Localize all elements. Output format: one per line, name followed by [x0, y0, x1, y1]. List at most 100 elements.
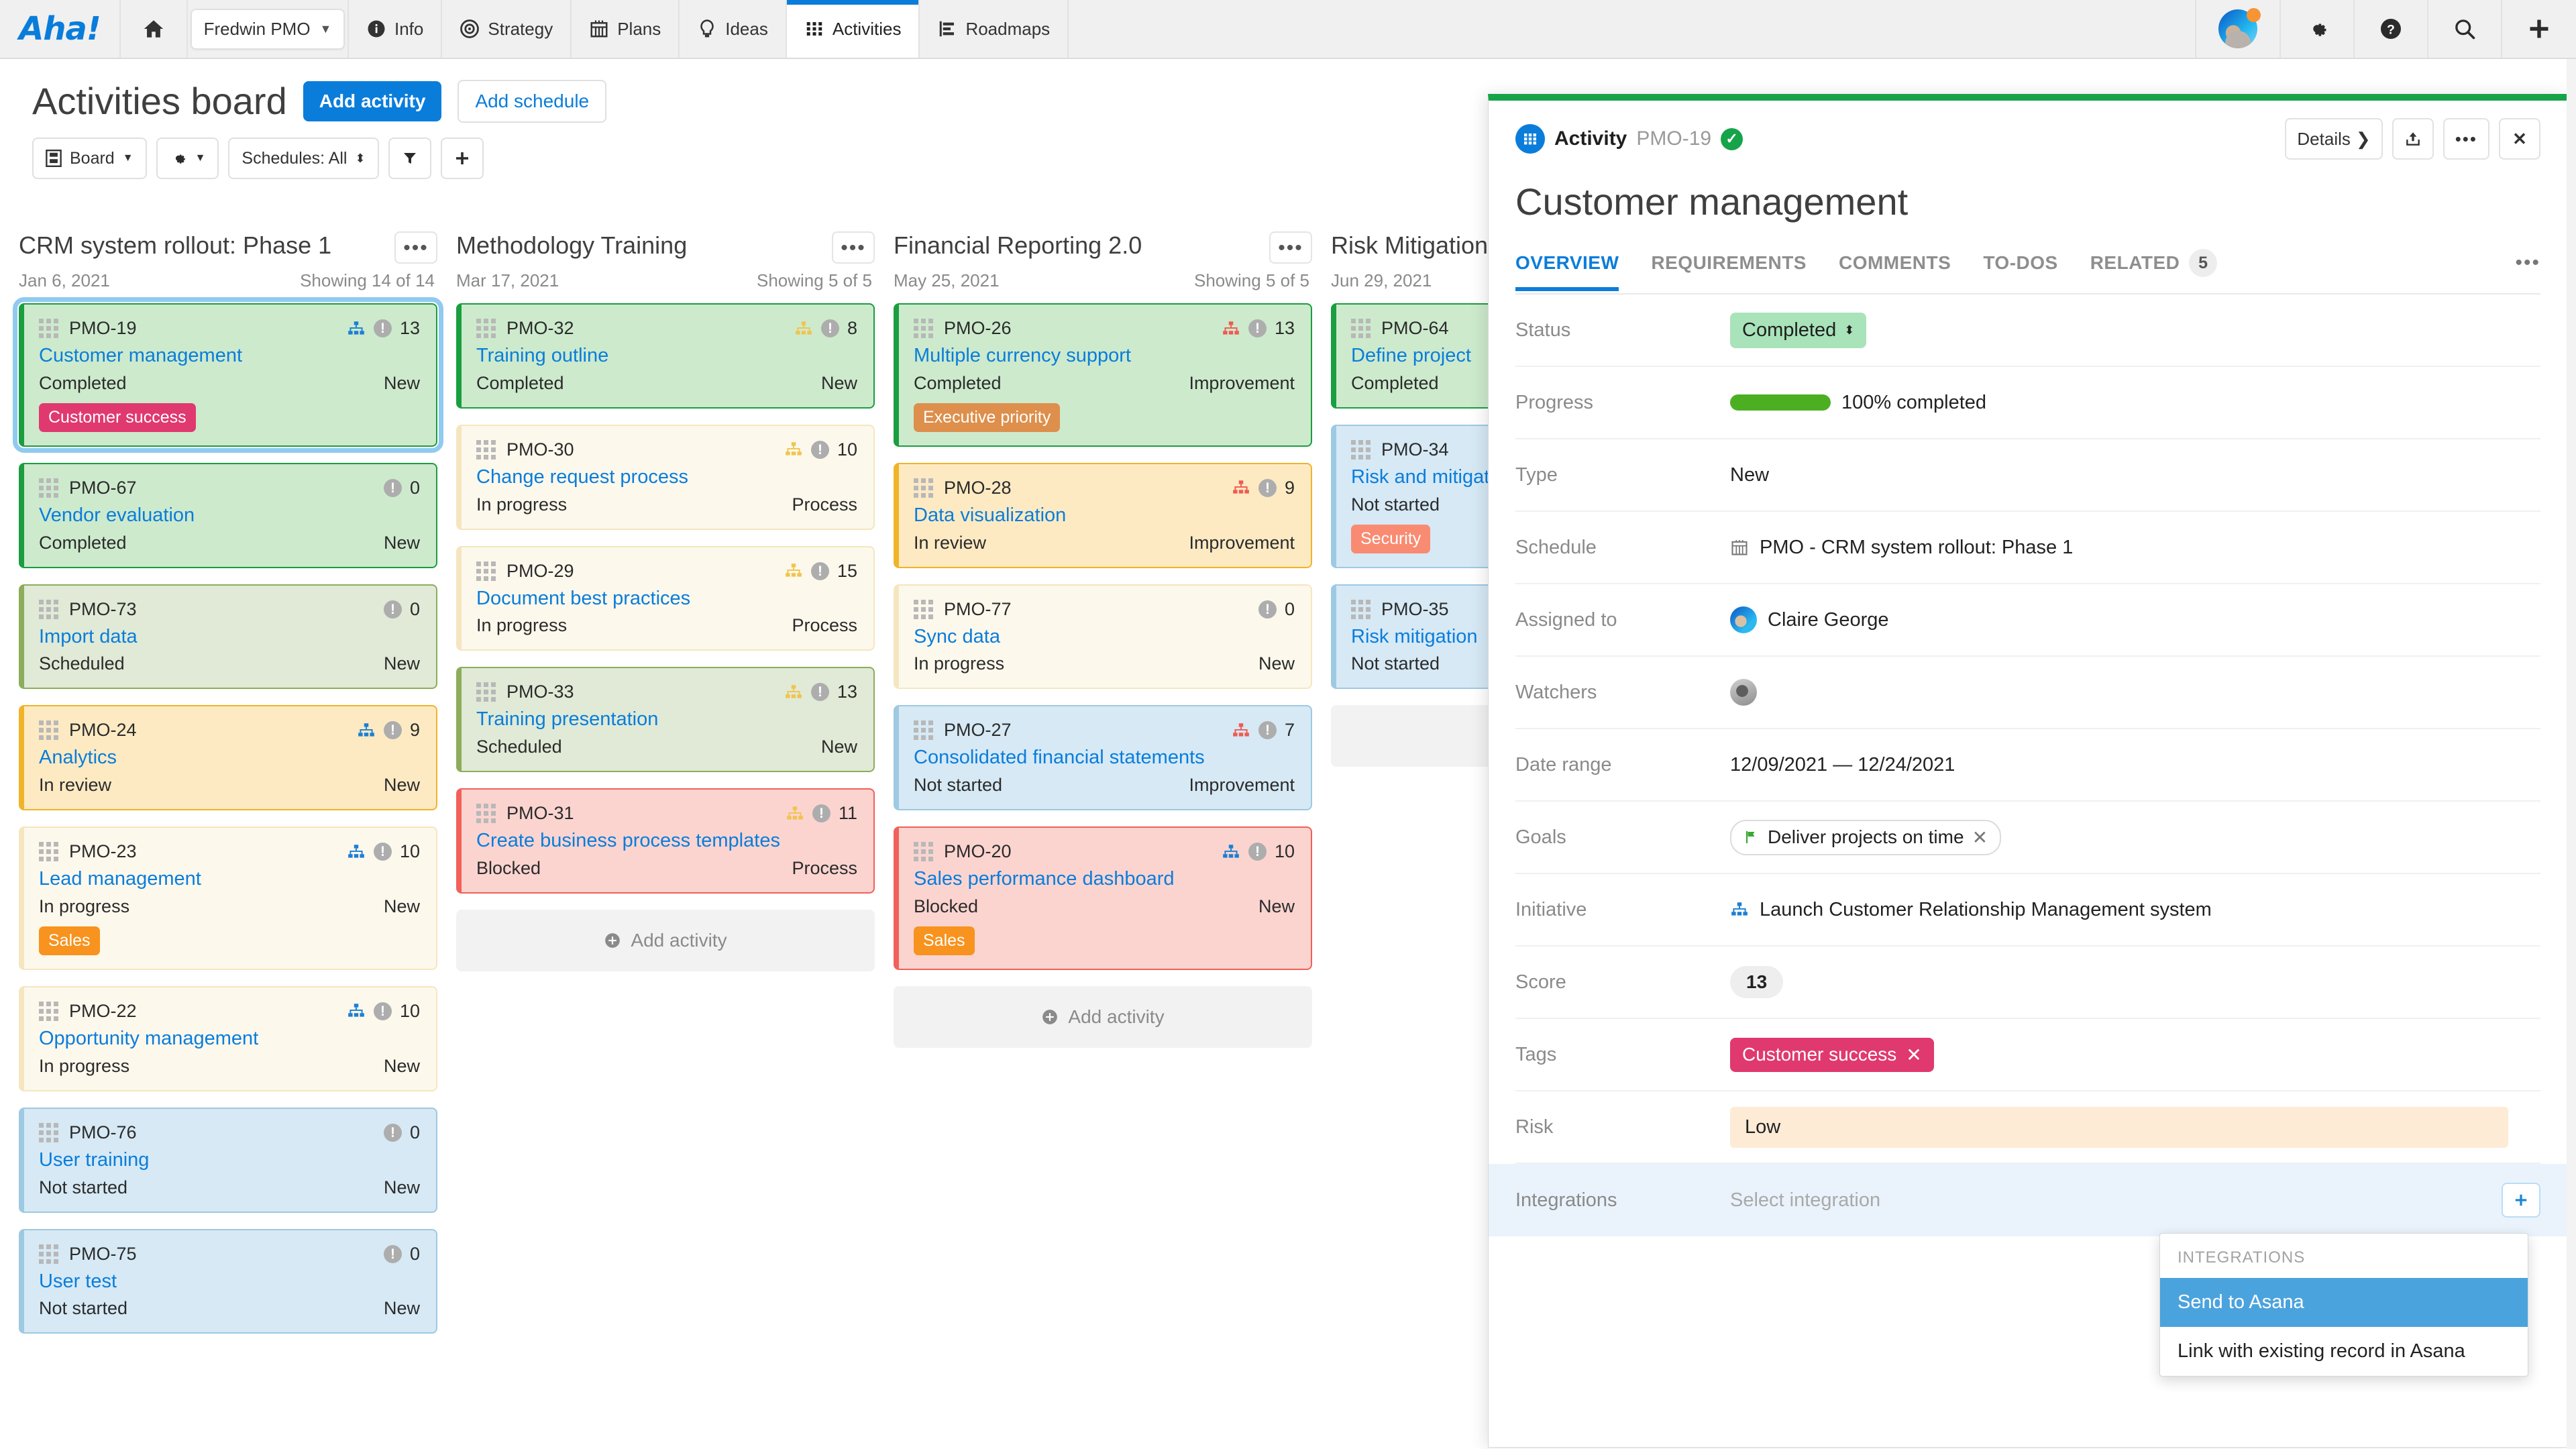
drag-handle-icon[interactable]: [39, 478, 58, 498]
drag-handle-icon[interactable]: [476, 561, 496, 581]
card-tag[interactable]: Customer success: [39, 402, 196, 432]
card-tag[interactable]: Security: [1351, 524, 1431, 553]
card-title[interactable]: Lead management: [39, 867, 420, 891]
drag-handle-icon[interactable]: [476, 804, 496, 824]
card-title[interactable]: Vendor evaluation: [39, 504, 420, 527]
card-title[interactable]: Import data: [39, 625, 420, 649]
activity-card[interactable]: PMO-77! 0 Sync data In progress New: [894, 584, 1312, 690]
drag-handle-icon[interactable]: [39, 842, 58, 862]
remove-tag-icon[interactable]: ✕: [1906, 1044, 1921, 1066]
card-tag[interactable]: Sales: [914, 926, 975, 955]
settings-button[interactable]: [2281, 0, 2355, 58]
drag-handle-icon[interactable]: [914, 478, 933, 498]
add-button[interactable]: [2502, 0, 2576, 58]
column-menu-button[interactable]: •••: [394, 231, 437, 264]
initiative-value[interactable]: Launch Customer Relationship Management …: [1760, 899, 2212, 921]
more-options-button[interactable]: •••: [2443, 118, 2489, 160]
nav-item-ideas[interactable]: Ideas: [680, 0, 787, 58]
card-title[interactable]: Sync data: [914, 625, 1295, 649]
board-settings-button[interactable]: ▼: [156, 138, 219, 179]
share-button[interactable]: [2392, 118, 2434, 160]
help-button[interactable]: ?: [2355, 0, 2428, 58]
tab-to-dos[interactable]: TO-DOS: [1983, 252, 2057, 291]
drag-handle-icon[interactable]: [914, 319, 933, 338]
details-button[interactable]: Details ❯: [2285, 118, 2383, 160]
assignee-name[interactable]: Claire George: [1768, 609, 1889, 631]
activity-card[interactable]: PMO-75! 0 User test Not started New: [19, 1228, 437, 1334]
add-schedule-button[interactable]: Add schedule: [458, 79, 607, 123]
column-menu-button[interactable]: •••: [1269, 231, 1312, 264]
nav-item-info[interactable]: Info: [349, 0, 443, 58]
drag-handle-icon[interactable]: [914, 720, 933, 741]
date-range-value[interactable]: 12/09/2021 — 12/24/2021: [1730, 754, 2540, 776]
column-menu-button[interactable]: •••: [832, 231, 875, 264]
schedules-filter[interactable]: Schedules: All ⬍: [228, 138, 379, 179]
project-selector[interactable]: Fredwin PMO ▼: [188, 0, 349, 58]
drag-handle-icon[interactable]: [39, 319, 58, 338]
drag-handle-icon[interactable]: [1351, 439, 1371, 460]
activity-card[interactable]: PMO-73! 0 Import data Scheduled New: [19, 584, 437, 690]
dropdown-item-link-existing-asana[interactable]: Link with existing record in Asana: [2160, 1327, 2528, 1376]
drag-handle-icon[interactable]: [914, 842, 933, 862]
activity-card[interactable]: PMO-64 Define project Completed: [1331, 303, 1496, 409]
add-activity-placeholder[interactable]: Add activity: [894, 985, 1312, 1048]
card-tag[interactable]: Executive priority: [914, 402, 1061, 432]
filter-button[interactable]: [388, 138, 431, 179]
card-title[interactable]: User test: [39, 1270, 420, 1293]
type-value[interactable]: New: [1730, 464, 2540, 486]
card-title[interactable]: Opportunity management: [39, 1027, 420, 1051]
card-title[interactable]: Training presentation: [476, 708, 857, 731]
activity-card[interactable]: PMO-19! 13 Customer management Completed New…: [13, 297, 443, 453]
tab-requirements[interactable]: REQUIREMENTS: [1651, 252, 1807, 291]
card-title[interactable]: Document best practices: [476, 587, 857, 610]
nav-item-plans[interactable]: Plans: [572, 0, 680, 58]
card-title[interactable]: Consolidated financial statements: [914, 746, 1295, 769]
dropdown-item-send-to-asana[interactable]: Send to Asana: [2160, 1278, 2528, 1327]
activity-card[interactable]: PMO-29! 15 Document best practices In progr…: [456, 545, 875, 651]
nav-item-activities[interactable]: Activities: [786, 0, 920, 58]
card-title[interactable]: Risk and mitigation: [1351, 466, 1496, 489]
search-button[interactable]: [2428, 0, 2502, 58]
schedule-value[interactable]: PMO - CRM system rollout: Phase 1: [1760, 537, 2073, 559]
tab-comments[interactable]: COMMENTS: [1839, 252, 1951, 291]
drag-handle-icon[interactable]: [476, 319, 496, 338]
activity-card[interactable]: PMO-76! 0 User training Not started New: [19, 1107, 437, 1213]
card-title[interactable]: User training: [39, 1148, 420, 1172]
add-activity-button[interactable]: Add activity: [303, 80, 442, 121]
card-title[interactable]: Analytics: [39, 746, 420, 769]
drag-handle-icon[interactable]: [39, 1244, 58, 1264]
card-title[interactable]: Sales performance dashboard: [914, 867, 1295, 891]
nav-item-strategy[interactable]: Strategy: [442, 0, 572, 58]
card-title[interactable]: Customer management: [39, 344, 420, 368]
activity-card[interactable]: PMO-30! 10 Change request process In progre…: [456, 424, 875, 530]
card-title[interactable]: Data visualization: [914, 504, 1295, 527]
remove-goal-icon[interactable]: ✕: [1972, 826, 1988, 849]
activity-card[interactable]: PMO-28! 9 Data visualization In review Impro…: [894, 462, 1312, 568]
risk-value[interactable]: Low: [1730, 1106, 2508, 1148]
activity-card[interactable]: PMO-34 Risk and mitigation Not started Secu…: [1331, 424, 1496, 568]
tab-overview[interactable]: OVERVIEW: [1515, 252, 1619, 291]
card-tag[interactable]: Sales: [39, 926, 100, 955]
drag-handle-icon[interactable]: [39, 1001, 58, 1021]
drag-handle-icon[interactable]: [1351, 319, 1371, 338]
card-title[interactable]: Training outline: [476, 344, 857, 368]
card-title[interactable]: Change request process: [476, 466, 857, 489]
add-integration-button[interactable]: [2502, 1183, 2540, 1218]
card-title[interactable]: Multiple currency support: [914, 344, 1295, 368]
activity-card[interactable]: PMO-33! 13 Training presentation Scheduled N…: [456, 667, 875, 773]
close-panel-button[interactable]: ✕: [2499, 118, 2540, 160]
card-title[interactable]: Define project: [1351, 344, 1496, 368]
activity-card[interactable]: PMO-32! 8 Training outline Completed New: [456, 303, 875, 409]
home-button[interactable]: [121, 0, 188, 58]
watcher-avatar[interactable]: [1730, 679, 1757, 706]
score-value[interactable]: 13: [1730, 966, 1784, 998]
add-activity-placeholder[interactable]: [1331, 705, 1496, 767]
app-logo[interactable]: Aha!: [0, 0, 121, 58]
status-dropdown[interactable]: Completed ⬍: [1730, 312, 1867, 348]
drag-handle-icon[interactable]: [476, 682, 496, 702]
tag-chip[interactable]: Customer success ✕: [1730, 1037, 1934, 1072]
activity-card[interactable]: PMO-23! 10 Lead management In progress New Sa…: [19, 826, 437, 970]
drag-handle-icon[interactable]: [476, 439, 496, 460]
activity-card[interactable]: PMO-20! 10 Sales performance dashboard Bloc…: [894, 826, 1312, 970]
activity-card[interactable]: PMO-27! 7 Consolidated financial statement…: [894, 705, 1312, 811]
